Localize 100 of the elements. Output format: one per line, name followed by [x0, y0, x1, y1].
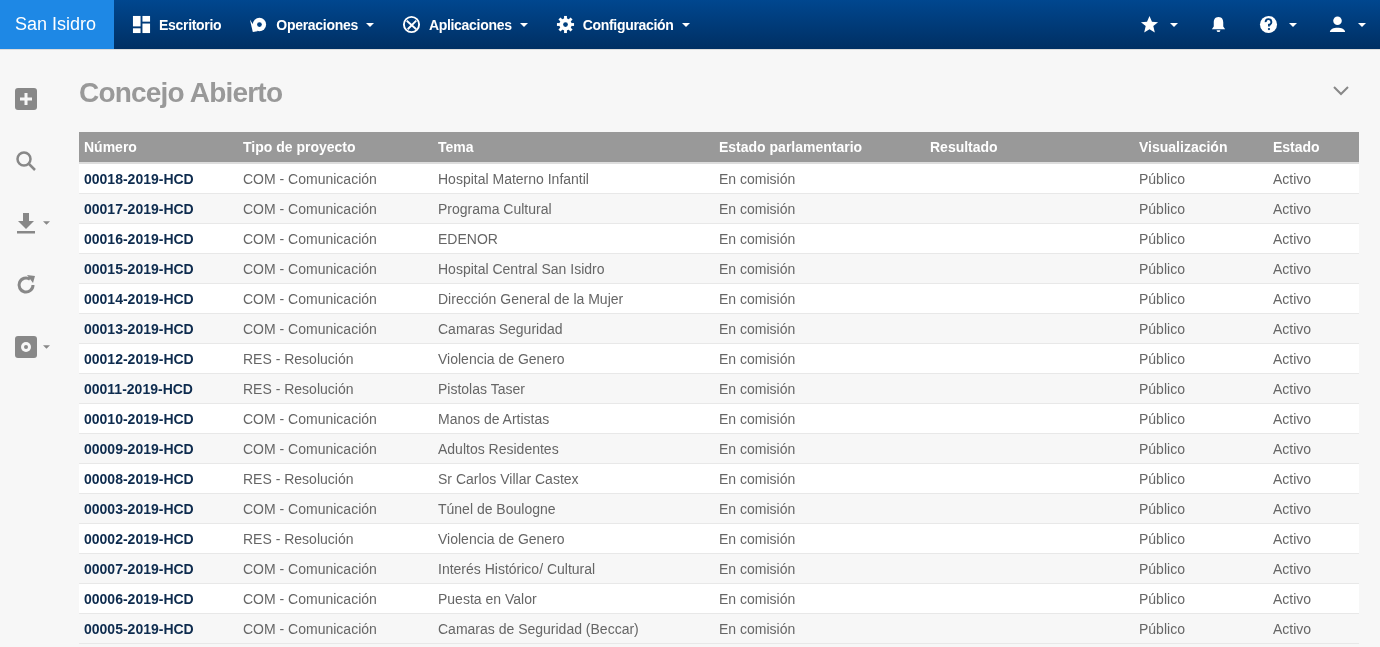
add-button[interactable]	[15, 88, 37, 110]
table-cell: COM - Comunicación	[243, 590, 377, 607]
dashboard-icon	[132, 15, 151, 34]
table-cell: Violencia de Genero	[438, 350, 565, 367]
table-cell: En comisión	[719, 590, 796, 607]
table-cell: En comisión	[719, 230, 796, 247]
favorites-button[interactable]	[1140, 15, 1178, 34]
record-number-link[interactable]: 00005-2019-HCD	[84, 620, 194, 637]
notifications-button[interactable]	[1209, 15, 1228, 34]
table-cell: Público	[1139, 260, 1185, 277]
caret-icon	[1170, 22, 1178, 27]
record-number-link[interactable]: 00011-2019-HCD	[84, 380, 193, 397]
table-cell: Camaras de Seguridad (Beccar)	[438, 620, 639, 637]
table-cell: Puesta en Valor	[438, 590, 537, 607]
table-cell: Activo	[1273, 440, 1312, 457]
caret-icon	[365, 22, 374, 27]
table-row[interactable]: 00011-2019-HCD RES - Resolución Pistolas Taser En comisión Público Activo	[79, 373, 1359, 404]
table-row[interactable]: 00017-2019-HCD COM - Comunicación Programa Cultural En comisión Público Activo	[79, 193, 1359, 224]
table-cell: Activo	[1273, 350, 1312, 367]
table-cell: Activo	[1273, 230, 1312, 247]
table-row[interactable]: 00003-2019-HCD COM - Comunicación Túnel de Boulogne En comisión Público Activo	[79, 493, 1359, 524]
record-number-link[interactable]: 00007-2019-HCD	[84, 560, 194, 577]
settings-icon	[15, 336, 37, 358]
table-cell: Público	[1139, 560, 1185, 577]
nav-menu-item[interactable]: Operaciones	[231, 15, 374, 34]
brand-link[interactable]: San Isidro	[0, 0, 114, 49]
refresh-icon	[15, 274, 37, 296]
table-cell: Programa Cultural	[438, 200, 552, 217]
table-cell: Activo	[1273, 560, 1312, 577]
table-cell: Activo	[1273, 620, 1312, 637]
table-cell: En comisión	[719, 560, 796, 577]
table-cell: COM - Comunicación	[243, 170, 377, 187]
table-cell: COM - Comunicación	[243, 410, 377, 427]
table-cell: Público	[1139, 470, 1185, 487]
caret-icon	[1289, 22, 1297, 27]
page-title: Concejo Abierto	[79, 77, 283, 109]
table-cell: COM - Comunicación	[243, 500, 377, 517]
caret-icon	[681, 22, 690, 27]
nav-menu-item[interactable]: Escritorio	[114, 15, 222, 34]
user-icon	[1328, 15, 1347, 34]
chevron-down-icon[interactable]	[1333, 86, 1349, 96]
table-cell: COM - Comunicación	[243, 200, 377, 217]
table-row[interactable]: 00007-2019-HCD COM - Comunicación Interés Histórico/ Cultural En comisión Público Activo	[79, 553, 1359, 584]
table-cell: Activo	[1273, 290, 1312, 307]
refresh-button[interactable]	[15, 274, 37, 296]
table-row[interactable]: 00008-2019-HCD RES - Resolución Sr Carlos Villar Castex En comisión Público Activo	[79, 463, 1359, 494]
settings-button[interactable]	[15, 336, 50, 358]
table-row[interactable]: 00018-2019-HCD COM - Comunicación Hospital Materno Infantil En comisión Público Activo	[79, 163, 1359, 194]
table-cell: COM - Comunicación	[243, 290, 377, 307]
table-cell: Activo	[1273, 170, 1312, 187]
table-cell: RES - Resolución	[243, 470, 354, 487]
table-cell: Público	[1139, 290, 1185, 307]
table-cell: COM - Comunicación	[243, 230, 377, 247]
table-row[interactable]: 00005-2019-HCD COM - Comunicación Camaras de Seguridad (Beccar) En comisión Público Activo	[79, 613, 1359, 644]
record-number-link[interactable]: 00009-2019-HCD	[84, 440, 194, 457]
nav-menu-item[interactable]: Configuración	[537, 15, 690, 34]
table-cell: Activo	[1273, 320, 1312, 337]
table-cell: Adultos Residentes	[438, 440, 559, 457]
table-cell: En comisión	[719, 380, 796, 397]
table-cell: Activo	[1273, 200, 1312, 217]
record-number-link[interactable]: 00013-2019-HCD	[84, 320, 194, 337]
nav-menu-item[interactable]: Aplicaciones	[383, 15, 528, 34]
table-cell: En comisión	[719, 500, 796, 517]
table-cell: En comisión	[719, 620, 796, 637]
record-number-link[interactable]: 00017-2019-HCD	[84, 200, 194, 217]
table-cell: Pistolas Taser	[438, 380, 525, 397]
table-row[interactable]: 00015-2019-HCD COM - Comunicación Hospital Central San Isidro En comisión Público Activo	[79, 253, 1359, 284]
table-row[interactable]: 00006-2019-HCD COM - Comunicación Puesta en Valor En comisión Público Activo	[79, 583, 1359, 614]
table-cell: Activo	[1273, 260, 1312, 277]
table-cell: Público	[1139, 530, 1185, 547]
download-button[interactable]	[15, 212, 50, 234]
table-cell: Público	[1139, 170, 1185, 187]
table-cell: En comisión	[719, 530, 796, 547]
table-cell: EDENOR	[438, 230, 498, 247]
search-button[interactable]	[15, 150, 37, 172]
record-number-link[interactable]: 00015-2019-HCD	[84, 260, 194, 277]
table-row[interactable]: 00013-2019-HCD COM - Comunicación Camaras Seguridad En comisión Público Activo	[79, 313, 1359, 344]
table-cell: Público	[1139, 440, 1185, 457]
record-number-link[interactable]: 00003-2019-HCD	[84, 500, 194, 517]
table-row[interactable]: 00009-2019-HCD COM - Comunicación Adultos Residentes En comisión Público Activo	[79, 433, 1359, 464]
help-button[interactable]	[1259, 15, 1297, 34]
table-cell: En comisión	[719, 200, 796, 217]
table-row[interactable]: 00012-2019-HCD RES - Resolución Violencia de Genero En comisión Público Activo	[79, 343, 1359, 374]
table-cell: Activo	[1273, 530, 1312, 547]
add-icon	[15, 88, 37, 110]
table-cell: RES - Resolución	[243, 380, 354, 397]
table-cell: Público	[1139, 200, 1185, 217]
table-row[interactable]: 00016-2019-HCD COM - Comunicación EDENOR En comisión Público Activo	[79, 223, 1359, 254]
bell-icon	[1209, 15, 1228, 34]
table-cell: COM - Comunicación	[243, 560, 377, 577]
table-cell: En comisión	[719, 440, 796, 457]
table-row[interactable]: 00014-2019-HCD COM - Comunicación Dirección General de la Mujer En comisión Público Activo	[79, 283, 1359, 314]
table-cell: En comisión	[719, 470, 796, 487]
table-row[interactable]: 00010-2019-HCD COM - Comunicación Manos de Artistas En comisión Público Activo	[79, 403, 1359, 434]
search-icon	[15, 150, 37, 172]
help-icon	[1259, 15, 1278, 34]
table-cell: Público	[1139, 620, 1185, 637]
table-row[interactable]: 00002-2019-HCD RES - Resolución Violencia de Genero En comisión Público Activo	[79, 523, 1359, 554]
user-menu-button[interactable]	[1328, 15, 1366, 34]
table-cell: Hospital Central San Isidro	[438, 260, 605, 277]
